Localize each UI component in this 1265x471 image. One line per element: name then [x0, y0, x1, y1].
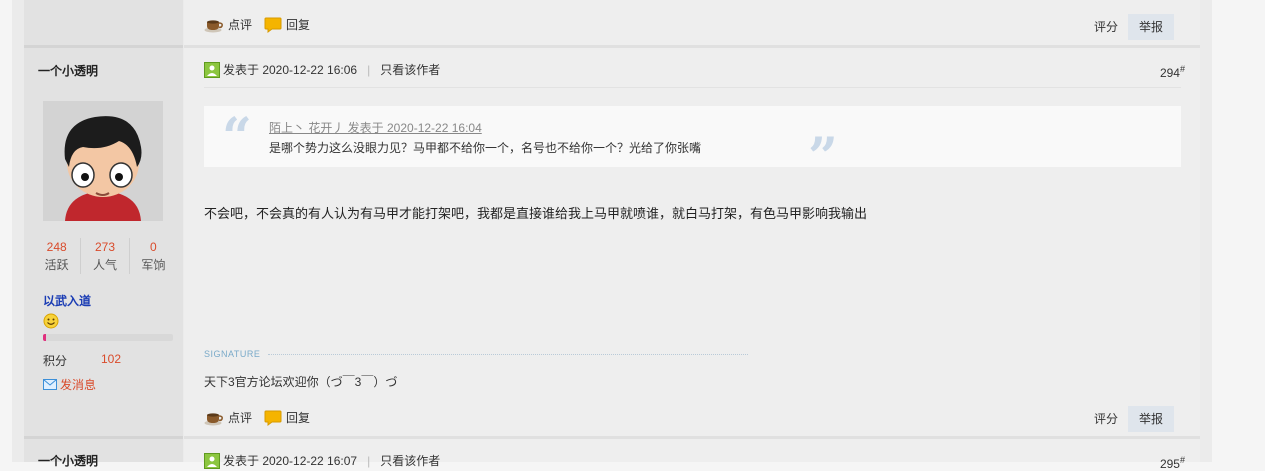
reply-button[interactable]: 回复 [264, 409, 310, 426]
floor-number[interactable]: 294# [1160, 64, 1185, 80]
next-user-name[interactable]: 一个小透明 [38, 452, 98, 469]
points-label: 积分 [43, 354, 68, 368]
floor-mark: # [1179, 64, 1185, 74]
send-message-link[interactable]: 发消息 [43, 376, 96, 393]
report-button[interactable]: 举报 [1128, 406, 1174, 432]
points-value: 102 [101, 352, 122, 366]
user-avatar[interactable] [43, 101, 163, 221]
post-separator [184, 45, 1200, 48]
user-stats: 248 活跃 273 人气 0 军饷 [33, 238, 177, 274]
stat-value: 248 [46, 240, 67, 254]
stat-value: 273 [94, 240, 115, 254]
level-progress-bar [43, 334, 173, 341]
rate-button[interactable]: 评分 [1088, 406, 1124, 432]
envelope-icon [43, 379, 57, 390]
meta-separator: | [367, 62, 371, 77]
stat-activity[interactable]: 248 活跃 [33, 238, 82, 274]
signature-label: SIGNATURE [204, 349, 261, 359]
prev-post-action-bar: 点评 回复 [204, 16, 322, 33]
speech-bubble-icon [264, 17, 282, 33]
meta-separator: | [367, 453, 371, 468]
report-button[interactable]: 举报 [1128, 14, 1174, 40]
level-progress-fill [43, 334, 46, 341]
online-status-icon [204, 452, 220, 469]
signature-text: 天下3官方论坛欢迎你（づ￣3￣）づ [204, 375, 398, 389]
floor-mark: # [1179, 455, 1185, 465]
stat-popularity[interactable]: 273 人气 [81, 238, 130, 274]
stat-label: 军饷 [141, 258, 166, 272]
quote-header-link[interactable]: 陌上丶 花开丿 发表于 2020-12-22 16:04 [269, 119, 482, 136]
post-separator [184, 436, 1200, 439]
quote-text: 是哪个势力这么没眼力见？马甲都不给你一个，名号也不给你一个？光给了你张嘴 [269, 141, 702, 155]
comment-label: 点评 [228, 411, 253, 425]
user-name[interactable]: 一个小透明 [38, 62, 98, 79]
floor-value: 294 [1159, 66, 1180, 80]
quote-open-icon: “ [222, 107, 252, 168]
sidebar-separator [24, 45, 183, 48]
post-time: 发表于 2020-12-22 16:06 [223, 63, 358, 77]
floor-value: 295 [1159, 457, 1180, 471]
reply-label: 回复 [286, 18, 311, 32]
online-status-icon [204, 61, 220, 78]
rate-button[interactable]: 评分 [1088, 14, 1124, 40]
cartoon-boy-avatar [43, 101, 163, 221]
smiley-icon [43, 313, 59, 329]
sidebar-separator [24, 436, 183, 439]
signature-divider [268, 354, 748, 355]
next-post-meta: 发表于 2020-12-22 16:07 | 只看该作者 [204, 452, 440, 469]
post-content: 不会吧，不会真的有人认为有马甲才能打架吧，我都是直接谁给我上马甲就喷谁，就白马打… [204, 206, 868, 221]
stat-pay[interactable]: 0 军饷 [130, 238, 177, 274]
comment-button[interactable]: 点评 [204, 16, 252, 33]
post-time: 发表于 2020-12-22 16:07 [223, 454, 358, 468]
next-floor-number[interactable]: 295# [1160, 455, 1185, 471]
stat-label: 活跃 [44, 258, 69, 272]
comment-button[interactable]: 点评 [204, 409, 252, 426]
coffee-cup-icon [204, 19, 223, 32]
stat-label: 人气 [92, 258, 117, 272]
comment-label: 点评 [228, 18, 253, 32]
only-author-link[interactable]: 只看该作者 [380, 61, 440, 78]
quote-block: “ 陌上丶 花开丿 发表于 2020-12-22 16:04 是哪个势力这么没眼… [204, 106, 1181, 184]
stat-value: 0 [149, 240, 157, 254]
post-meta: 发表于 2020-12-22 16:06 | 只看该作者 [204, 61, 440, 78]
post-action-bar: 点评 回复 [204, 409, 322, 426]
quote-close-icon: ” [808, 127, 838, 188]
coffee-cup-icon [204, 412, 223, 425]
only-author-link[interactable]: 只看该作者 [380, 452, 440, 469]
user-group-link[interactable]: 以武入道 [43, 292, 91, 309]
reply-button[interactable]: 回复 [264, 16, 310, 33]
header-divider [204, 87, 1181, 88]
reply-label: 回复 [286, 411, 311, 425]
send-message-label: 发消息 [60, 378, 97, 392]
speech-bubble-icon [264, 410, 282, 426]
